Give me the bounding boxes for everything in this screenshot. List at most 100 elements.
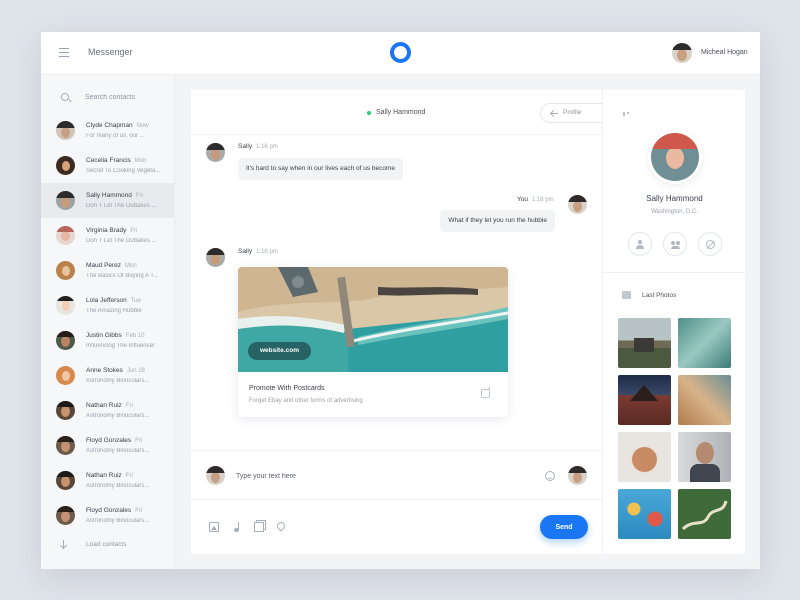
contact-preview: Astronomy Binoculars...	[86, 448, 150, 454]
contact-name: Nathan Ruiz Fri	[86, 472, 133, 479]
link-url-pill[interactable]: website.com	[248, 342, 312, 360]
search-input[interactable]	[85, 91, 169, 103]
user-avatar[interactable]	[672, 43, 692, 63]
contact-preview: Astronomy Binoculars...	[86, 413, 150, 419]
contact-item[interactable]: Nathan Ruiz Fri Astronomy Binoculars...	[41, 393, 175, 428]
last-photos-title: Last Photos	[642, 292, 677, 299]
block-icon[interactable]	[698, 232, 722, 256]
contact-item[interactable]: Floyd Gonzales Fri Astronomy Binoculars..…	[41, 428, 175, 463]
contact-item-active[interactable]: Sally Hammond Fri Don T Let The Outtakes …	[41, 183, 175, 218]
message-composer	[191, 450, 602, 500]
chat-header: Sally Hammond Profile	[191, 90, 602, 135]
message-input[interactable]	[236, 469, 526, 483]
avatar	[56, 436, 75, 455]
gallery-icon[interactable]	[254, 522, 264, 532]
contact-name: Cecelia Francis Mon	[86, 157, 147, 164]
link-card-description: Forget Ebay and other forms of advertisi…	[249, 398, 363, 404]
avatar	[56, 191, 75, 210]
profile-location: Washington, D.C.	[651, 209, 698, 215]
photo-thumbnail[interactable]	[618, 432, 671, 482]
load-contacts-label: Load contacts	[86, 541, 127, 548]
contact-name: Anne Stokes Jun 28	[86, 367, 145, 374]
avatar	[568, 195, 587, 214]
arrow-left-icon	[551, 113, 558, 114]
profile-button-label: Profile	[563, 109, 582, 116]
photo-thumbnail[interactable]	[678, 432, 731, 482]
profile-panel: Sally Hammond Washington, D.C. Last Phot…	[602, 90, 746, 554]
composer-toolbar: Send	[191, 500, 602, 554]
contact-preview: Influencing The Influencer	[86, 343, 155, 349]
contact-item[interactable]: Floyd Gonzales Fri Astronomy Binoculars..…	[41, 498, 175, 533]
link-preview-card[interactable]: website.com Promote With Postcards Forge…	[238, 267, 508, 417]
contact-name: Nathan Ruiz Fri	[86, 402, 133, 409]
send-button[interactable]: Send	[540, 515, 588, 539]
contact-item[interactable]: Lola Jefferson Tue The Amazing Hubble	[41, 288, 175, 323]
message-meta: Sally 1:16 pm	[238, 248, 278, 255]
messenger-window: Messenger Micheal Hogan Clyde ChapmanNow…	[41, 32, 760, 569]
contact-preview: For many of us, our ...	[86, 133, 145, 139]
location-pin-icon[interactable]	[275, 520, 287, 532]
chat-contact-name: Sally Hammond	[376, 109, 426, 116]
contact-preview: Astronomy Binoculars...	[86, 378, 150, 384]
contact-item[interactable]: Nathan Ruiz Fri Astronomy Binoculars...	[41, 463, 175, 498]
contact-item[interactable]: Cecelia Francis Mon Secret To Cooking Veg…	[41, 148, 175, 183]
avatar	[56, 226, 75, 245]
message-bubble: What if they let you run the hubble	[440, 210, 555, 232]
avatar	[206, 466, 225, 485]
contact-preview: Astronomy Binoculars...	[86, 483, 150, 489]
avatar	[56, 261, 75, 280]
profile-avatar	[651, 133, 699, 181]
contact-item[interactable]: Maud Perez Mon The Basics Of Buying A T..…	[41, 253, 175, 288]
avatar	[206, 143, 225, 162]
contact-name: Maud Perez Mon	[86, 262, 137, 269]
search-row	[41, 75, 175, 113]
contact-name: Justin Gibbs Feb 10	[86, 332, 145, 339]
group-icon[interactable]	[663, 232, 687, 256]
logo-ring-icon	[390, 42, 411, 63]
photo-thumbnail[interactable]	[618, 375, 671, 425]
avatar	[56, 331, 75, 350]
contact-item[interactable]: Anne Stokes Jun 28 Astronomy Binoculars..…	[41, 358, 175, 393]
photo-thumbnail[interactable]	[618, 318, 671, 368]
message-bubble: It's hard to say when in our lives each …	[238, 158, 404, 180]
divider	[603, 272, 746, 273]
search-icon	[61, 93, 69, 101]
avatar	[56, 366, 75, 385]
music-icon[interactable]	[233, 522, 243, 532]
photo-thumbnail[interactable]	[678, 489, 731, 539]
link-card-title: Promote With Postcards	[249, 385, 325, 392]
chat-panel: Sally Hammond Profile Sally 1:16 pm It's …	[191, 90, 602, 554]
app-title: Messenger	[88, 47, 133, 57]
profile-button[interactable]: Profile	[540, 103, 602, 123]
more-icon[interactable]	[623, 112, 633, 116]
message-meta: Sally 1:16 pm	[238, 143, 278, 150]
avatar	[206, 248, 225, 267]
contact-name: Virginia Brady Fri	[86, 227, 138, 234]
contact-item[interactable]: Clyde Chapman Now For many of us, our ...	[41, 113, 175, 148]
menu-icon[interactable]	[59, 48, 69, 57]
contact-preview: Don T Let The Outtakes ...	[86, 203, 157, 209]
contact-name: Floyd Gonzales Fri	[86, 437, 143, 444]
top-bar: Messenger Micheal Hogan	[41, 32, 760, 75]
avatar	[56, 121, 75, 140]
arrow-down-icon	[63, 540, 64, 548]
contact-name: Floyd Gonzales Fri	[86, 507, 143, 514]
load-contacts-button[interactable]: Load contacts	[41, 529, 175, 559]
photo-thumbnail[interactable]	[678, 318, 731, 368]
photo-thumbnail[interactable]	[618, 489, 671, 539]
profile-name: Sally Hammond	[646, 194, 703, 203]
external-link-icon[interactable]	[481, 389, 490, 398]
contact-preview: The Amazing Hubble	[86, 308, 142, 314]
message-meta: You 1:16 pm	[517, 196, 554, 203]
contact-item[interactable]: Virginia Brady Fri Don T Let The Outtakes…	[41, 218, 175, 253]
user-name[interactable]: Micheal Hogan	[701, 49, 748, 56]
photos-icon	[622, 291, 631, 299]
contact-item[interactable]: Justin Gibbs Feb 10 Influencing The Influ…	[41, 323, 175, 358]
emoji-icon[interactable]	[545, 471, 555, 481]
image-icon[interactable]	[209, 522, 219, 532]
contact-name: Clyde Chapman Now	[86, 122, 149, 129]
contact-preview: The Basics Of Buying A T...	[86, 273, 159, 279]
avatar	[56, 156, 75, 175]
add-user-icon[interactable]	[628, 232, 652, 256]
photo-thumbnail[interactable]	[678, 375, 731, 425]
